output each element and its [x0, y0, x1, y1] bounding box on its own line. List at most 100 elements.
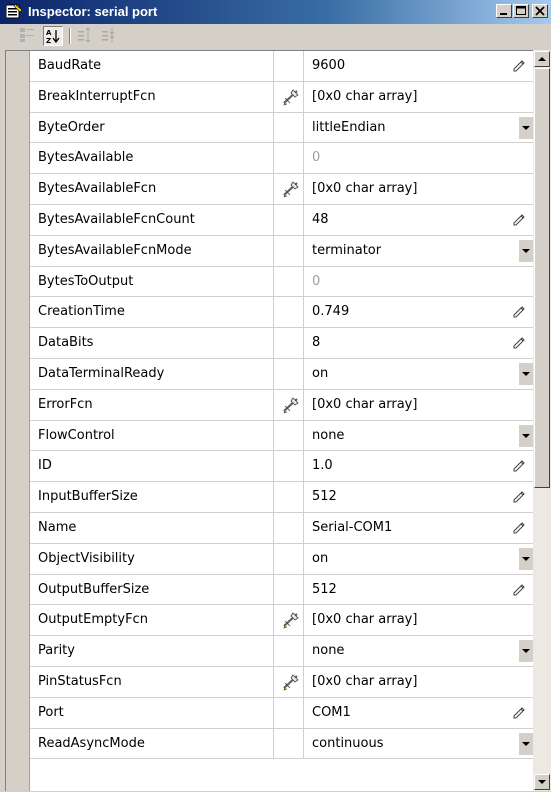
property-value[interactable]: 48	[312, 205, 329, 235]
pencil-icon[interactable]	[513, 522, 525, 534]
edit-callback-icon[interactable]	[282, 673, 300, 691]
property-row[interactable]: OutputBufferSize 512	[30, 574, 533, 606]
sort-alphabetical-button[interactable]: A Z	[43, 26, 63, 46]
property-row[interactable]: DataBits 8	[30, 328, 533, 359]
property-row[interactable]: OutputEmptyFcn [0x0 char array]	[30, 605, 533, 637]
property-editor-cell[interactable]	[274, 666, 304, 697]
edit-callback-icon[interactable]	[282, 396, 300, 414]
property-editor-cell[interactable]	[274, 389, 304, 420]
property-row[interactable]: Port COM1	[30, 697, 533, 729]
property-name: ErrorFcn	[30, 389, 274, 420]
property-name: OutputEmptyFcn	[30, 605, 274, 636]
property-row[interactable]: ByteOrder littleEndian	[30, 112, 533, 144]
property-row[interactable]: ErrorFcn [0x0 char array]	[30, 389, 533, 421]
property-row[interactable]: Name Serial-COM1	[30, 512, 533, 544]
property-row[interactable]: CreationTime 0.749	[30, 297, 533, 329]
expand-all-button[interactable]	[76, 26, 96, 46]
property-value[interactable]: [0x0 char array]	[312, 605, 417, 635]
property-value[interactable]: 512	[312, 482, 337, 512]
property-value[interactable]: [0x0 char array]	[312, 174, 417, 204]
property-row[interactable]: BaudRate 9600	[30, 51, 533, 82]
scroll-up-button[interactable]	[534, 51, 550, 67]
property-value[interactable]: 9600	[312, 51, 345, 81]
property-editor-cell	[274, 297, 304, 328]
collapse-all-icon	[102, 28, 115, 42]
categorized-icon	[20, 28, 34, 42]
scroll-down-button[interactable]	[534, 774, 550, 790]
property-editor-cell[interactable]	[274, 605, 304, 636]
property-name: PinStatusFcn	[30, 666, 274, 697]
close-icon	[535, 6, 545, 16]
dropdown-arrow-icon[interactable]	[519, 547, 533, 570]
property-grid-gutter	[6, 51, 30, 791]
property-value[interactable]: COM1	[312, 698, 351, 728]
scrollbar-thumb[interactable]	[534, 68, 550, 488]
edit-callback-icon[interactable]	[282, 180, 300, 198]
property-value[interactable]: Serial-COM1	[312, 513, 392, 543]
property-name: ReadAsyncMode	[30, 728, 274, 759]
property-value[interactable]: on	[312, 359, 328, 389]
dropdown-arrow-icon[interactable]	[519, 362, 533, 385]
property-row[interactable]: PinStatusFcn [0x0 char array]	[30, 666, 533, 698]
property-value[interactable]: none	[312, 421, 344, 451]
toolbar-separator	[69, 28, 71, 44]
property-value[interactable]: 512	[312, 575, 337, 605]
close-button[interactable]	[532, 4, 548, 18]
dropdown-arrow-icon[interactable]	[519, 424, 533, 447]
property-value[interactable]: 1.0	[312, 451, 333, 481]
property-value[interactable]: [0x0 char array]	[312, 390, 417, 420]
property-value[interactable]: 8	[312, 328, 320, 358]
property-value[interactable]: 0.749	[312, 297, 349, 327]
property-value[interactable]: [0x0 char array]	[312, 667, 417, 697]
property-value[interactable]: none	[312, 636, 344, 666]
pencil-icon[interactable]	[513, 707, 525, 719]
pencil-icon[interactable]	[513, 583, 525, 596]
property-value[interactable]: littleEndian	[312, 113, 386, 143]
minimize-button[interactable]	[496, 4, 512, 18]
property-row[interactable]: BreakInterruptFcn [0x0 char array]	[30, 81, 533, 113]
minimize-icon	[500, 13, 507, 15]
property-row[interactable]: ReadAsyncMode continuous	[30, 728, 533, 760]
dropdown-arrow-icon[interactable]	[519, 732, 533, 755]
title-bar[interactable]: Inspector: serial port	[0, 0, 551, 24]
dropdown-arrow-icon[interactable]	[519, 116, 533, 139]
property-value[interactable]: continuous	[312, 729, 384, 759]
property-name: DataTerminalReady	[30, 358, 274, 389]
property-row[interactable]: BytesAvailableFcnMode terminator	[30, 235, 533, 267]
pencil-icon[interactable]	[513, 60, 525, 72]
property-editor-cell[interactable]	[274, 81, 304, 112]
property-editor-cell	[274, 697, 304, 728]
pencil-icon[interactable]	[513, 460, 525, 472]
property-row[interactable]: ObjectVisibility on	[30, 543, 533, 575]
dropdown-arrow-icon[interactable]	[519, 239, 533, 262]
property-value[interactable]: on	[312, 544, 328, 574]
edit-callback-icon[interactable]	[282, 611, 300, 629]
property-editor-cell	[274, 574, 304, 605]
property-value[interactable]: [0x0 char array]	[312, 82, 417, 112]
property-row[interactable]: BytesToOutput 0	[30, 266, 533, 298]
property-row[interactable]: Parity none	[30, 636, 533, 667]
property-row[interactable]: BytesAvailable 0	[30, 143, 533, 175]
pencil-icon[interactable]	[513, 337, 525, 349]
property-row[interactable]: FlowControl none	[30, 420, 533, 452]
vertical-scrollbar[interactable]	[533, 50, 551, 791]
pencil-icon[interactable]	[513, 306, 525, 318]
property-row[interactable]: BytesAvailableFcnCount 48	[30, 204, 533, 236]
property-row[interactable]: DataTerminalReady on	[30, 358, 533, 390]
property-row[interactable]: ID 1.0	[30, 451, 533, 483]
collapse-all-button[interactable]	[100, 26, 120, 46]
arrow-down-icon	[538, 780, 546, 784]
property-row[interactable]: InputBufferSize 512	[30, 482, 533, 513]
property-editor-cell	[274, 358, 304, 389]
maximize-button[interactable]	[513, 4, 529, 18]
property-row[interactable]: BytesAvailableFcn [0x0 char array]	[30, 174, 533, 205]
property-value[interactable]: terminator	[312, 236, 381, 266]
dropdown-arrow-icon[interactable]	[519, 640, 533, 663]
property-value: 0	[312, 150, 321, 166]
pencil-icon[interactable]	[513, 214, 525, 226]
property-name: ObjectVisibility	[30, 543, 274, 574]
categorized-button[interactable]	[18, 26, 38, 46]
property-editor-cell[interactable]	[274, 174, 304, 204]
pencil-icon[interactable]	[513, 491, 525, 503]
edit-callback-icon[interactable]	[282, 88, 300, 106]
